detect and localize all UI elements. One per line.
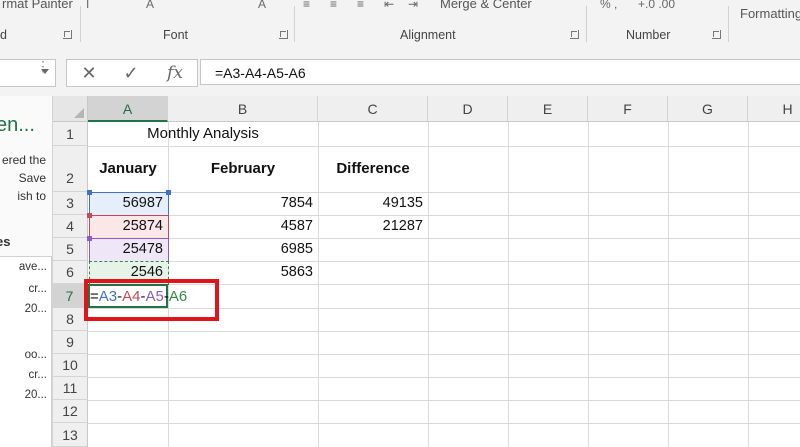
row-header-13[interactable]: 13 [53, 423, 88, 447]
row-header-8[interactable]: 8 [53, 308, 88, 331]
alignment-group-label: Alignment [400, 28, 456, 42]
percent-icon[interactable]: % , [600, 0, 617, 11]
format-painter-button[interactable]: rmat Painter [2, 0, 73, 11]
task-pane-title: en... [0, 114, 35, 136]
cell-b5[interactable]: 6985 [168, 238, 318, 261]
cell-a4[interactable]: 25874 [88, 215, 168, 238]
column-header-d[interactable]: D [428, 96, 508, 122]
number-launcher-icon[interactable] [712, 30, 721, 39]
recent-files-list: ave... cr... 20... oo... cr... 20... [0, 256, 52, 447]
task-pane-description: ered the Save ish to [1, 153, 46, 203]
row-header-4[interactable]: 4 [53, 215, 88, 238]
row-header-7[interactable]: 7 [53, 284, 88, 308]
row-header-9[interactable]: 9 [53, 331, 88, 354]
number-group-label: Number [626, 28, 671, 42]
clipboard-launcher-icon[interactable] [63, 30, 72, 39]
align-left-icon[interactable]: ≡ [303, 0, 310, 11]
column-header-a[interactable]: A [88, 96, 168, 122]
formula-buttons: ✕ ✓ fx [66, 59, 198, 87]
cell-a5[interactable]: 25478 [88, 238, 168, 261]
cell-a1-title[interactable]: Monthly Analysis [88, 122, 318, 146]
list-item[interactable]: 20... [0, 389, 47, 401]
row-header-3[interactable]: 3 [53, 192, 88, 215]
decrease-indent-icon[interactable]: ⇤ [384, 0, 394, 11]
worksheet-grid: A B C D E F G H 1 2 3 4 5 6 7 8 9 10 11 … [53, 96, 800, 447]
group-separator [80, 6, 81, 42]
gridline [88, 354, 800, 355]
group-separator [294, 6, 295, 42]
clipboard-group-label: d [0, 28, 7, 42]
task-pane: en... ered the Save ish to es ave... cr.… [0, 96, 53, 447]
italic-icon[interactable]: I [86, 0, 89, 11]
gridline [88, 400, 800, 401]
column-header-g[interactable]: G [668, 96, 748, 122]
cell-a3[interactable]: 56987 [88, 192, 168, 215]
gridline [88, 423, 800, 424]
enter-icon[interactable]: ✓ [111, 60, 151, 86]
font-color-icon[interactable]: A [146, 0, 154, 11]
decimal-icon[interactable]: +.0 .00 [638, 0, 675, 11]
list-item[interactable]: oo... [0, 349, 47, 361]
column-header-e[interactable]: E [508, 96, 588, 122]
column-header-b[interactable]: B [168, 96, 318, 122]
insert-function-icon[interactable]: fx [155, 60, 195, 86]
cell-c4[interactable]: 21287 [318, 215, 428, 238]
conditional-formatting-button[interactable]: Formatting [740, 6, 800, 21]
alignment-launcher-icon[interactable] [570, 30, 579, 39]
select-all-button[interactable] [53, 96, 88, 122]
row-header-10[interactable]: 10 [53, 354, 88, 377]
cell-c2-header[interactable]: Difference [318, 146, 428, 192]
list-item[interactable]: cr... [0, 283, 47, 295]
resize-handle-icon[interactable]: ⋮ [36, 59, 50, 73]
align-center-icon[interactable]: ≡ [330, 0, 337, 11]
row-header-6[interactable]: 6 [53, 261, 88, 284]
column-header-h[interactable]: H [748, 96, 800, 122]
font-group-label: Font [163, 28, 189, 42]
cell-a2-header[interactable]: January [88, 146, 168, 192]
list-item[interactable]: cr... [0, 369, 47, 381]
formula-input[interactable]: =A3-A4-A5-A6 [200, 59, 800, 85]
row-header-1[interactable]: 1 [53, 122, 88, 146]
column-header-f[interactable]: F [588, 96, 668, 122]
highlight-annotation-box [84, 279, 219, 321]
cell-b4[interactable]: 4587 [168, 215, 318, 238]
row-header-5[interactable]: 5 [53, 238, 88, 261]
align-right-icon[interactable]: ≡ [357, 0, 364, 11]
group-separator [586, 6, 587, 42]
merge-center-button[interactable]: Merge & Center [440, 0, 532, 11]
list-item[interactable]: ave... [0, 261, 47, 273]
task-pane-section-heading: es [0, 234, 11, 249]
list-item[interactable]: 20... [0, 303, 47, 315]
cancel-icon[interactable]: ✕ [69, 60, 109, 86]
cell-b2-header[interactable]: February [168, 146, 318, 192]
font-size-icon[interactable]: A [258, 0, 266, 11]
row-header-11[interactable]: 11 [53, 377, 88, 400]
row-header-2[interactable]: 2 [53, 146, 88, 192]
column-header-c[interactable]: C [318, 96, 428, 122]
gridline [88, 331, 800, 332]
gridline [88, 377, 800, 378]
font-launcher-icon[interactable] [279, 30, 288, 39]
ribbon: rmat Painter I A A ≡ ≡ ≡ ⇤ ⇥ Merge & Cen… [0, 0, 800, 47]
cell-b3[interactable]: 7854 [168, 192, 318, 215]
increase-indent-icon[interactable]: ⇥ [408, 0, 418, 11]
group-separator [728, 6, 729, 42]
cell-c3[interactable]: 49135 [318, 192, 428, 215]
formula-bar-row: ⋮ ✕ ✓ fx =A3-A4-A5-A6 [0, 46, 800, 97]
row-header-12[interactable]: 12 [53, 400, 88, 423]
